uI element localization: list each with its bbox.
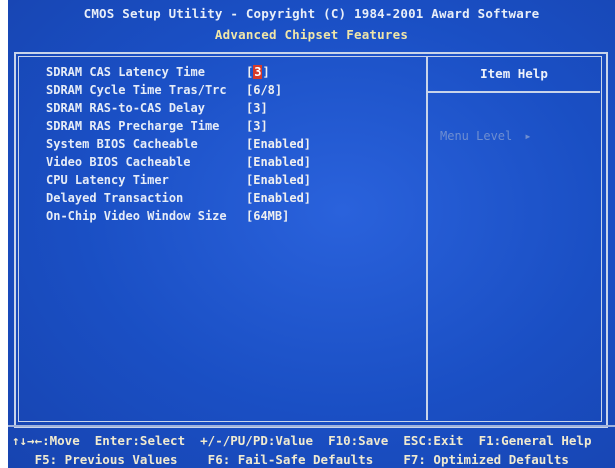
setting-value[interactable]: [3] xyxy=(246,101,268,115)
page-title: Advanced Chipset Features xyxy=(214,27,409,42)
setting-value[interactable]: [6/8] xyxy=(246,83,282,97)
setting-sdram-cycle-time[interactable]: SDRAM Cycle Time Tras/Trc [6/8] xyxy=(46,83,282,103)
setting-sdram-ras-precharge[interactable]: SDRAM RAS Precharge Time [3] xyxy=(46,119,268,139)
menu-level-indicator: Menu Level ▸ xyxy=(440,129,531,143)
setting-delayed-transaction[interactable]: Delayed Transaction [Enabled] xyxy=(46,191,311,211)
setting-label: SDRAM Cycle Time Tras/Trc xyxy=(46,83,227,97)
setting-video-bios-cacheable[interactable]: Video BIOS Cacheable [Enabled] xyxy=(46,155,311,175)
setting-value[interactable]: [64MB] xyxy=(246,209,289,223)
setting-label: System BIOS Cacheable xyxy=(46,137,198,151)
help-panel-divider xyxy=(426,56,428,420)
menu-level-label: Menu Level xyxy=(440,129,513,143)
setting-sdram-ras-to-cas[interactable]: SDRAM RAS-to-CAS Delay [3] xyxy=(46,101,268,121)
footer-keys-secondary: F5: Previous Values F6: Fail-Safe Defaul… xyxy=(12,452,569,467)
help-panel-title: Item Help xyxy=(480,66,548,81)
setting-label: SDRAM CAS Latency Time xyxy=(46,65,205,79)
window-title: CMOS Setup Utility - Copyright (C) 1984-… xyxy=(83,6,540,21)
setting-label: Video BIOS Cacheable xyxy=(46,155,191,169)
setting-label: CPU Latency Timer xyxy=(46,173,169,187)
setting-value[interactable]: [3] xyxy=(246,65,270,79)
setting-cpu-latency-timer[interactable]: CPU Latency Timer [Enabled] xyxy=(46,173,311,193)
chevron-right-icon: ▸ xyxy=(524,129,532,143)
setting-label: On-Chip Video Window Size xyxy=(46,209,227,223)
value-bracket-close: ] xyxy=(262,65,270,79)
setting-onchip-video-window-size[interactable]: On-Chip Video Window Size [64MB] xyxy=(46,209,289,229)
setting-label: SDRAM RAS Precharge Time xyxy=(46,119,220,133)
setting-value[interactable]: [Enabled] xyxy=(246,191,311,205)
setting-system-bios-cacheable[interactable]: System BIOS Cacheable [Enabled] xyxy=(46,137,311,157)
setting-value[interactable]: [Enabled] xyxy=(246,173,311,187)
setting-label: Delayed Transaction xyxy=(46,191,184,205)
setting-value[interactable]: [Enabled] xyxy=(246,137,311,151)
setting-label: SDRAM RAS-to-CAS Delay xyxy=(46,101,205,115)
setting-value[interactable]: [3] xyxy=(246,119,268,133)
setting-value[interactable]: [Enabled] xyxy=(246,155,311,169)
footer-separator xyxy=(8,425,615,427)
footer-keys-primary: ↑↓→←:Move Enter:Select +/-/PU/PD:Value F… xyxy=(12,433,592,448)
setting-sdram-cas-latency[interactable]: SDRAM CAS Latency Time [3] xyxy=(46,65,270,85)
help-title-separator xyxy=(428,91,600,93)
